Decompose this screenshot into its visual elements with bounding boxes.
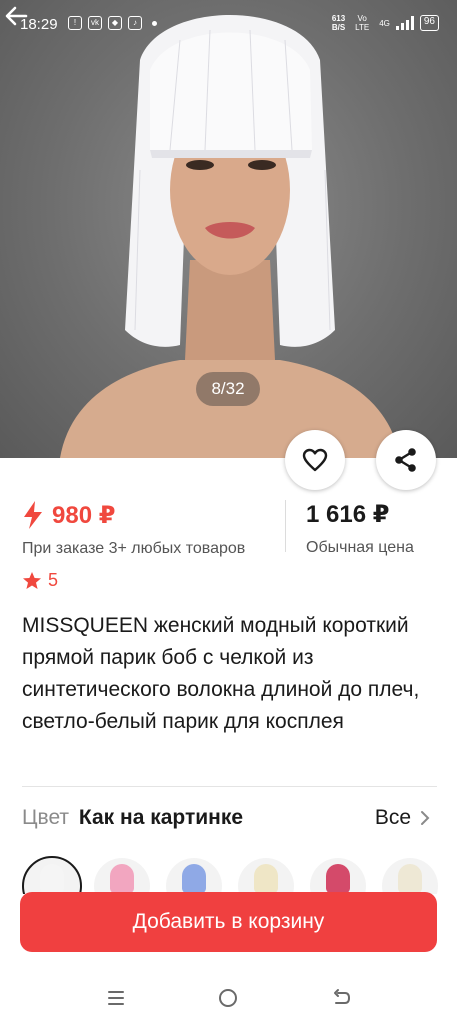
color-swatch[interactable] (310, 858, 366, 894)
vk-icon: vk (88, 16, 102, 30)
all-colors-link[interactable]: Все (375, 806, 431, 830)
gallery-counter: 8/32 (196, 372, 260, 406)
more-dot-icon (152, 20, 157, 26)
share-icon (395, 448, 416, 472)
all-colors-label: Все (374, 806, 411, 829)
rating-value: 5 (48, 570, 59, 590)
color-swatch[interactable] (94, 858, 150, 894)
product-title: MISSQUEEN женский модный короткий прямой… (22, 614, 420, 733)
back-arrow-icon[interactable] (0, 0, 32, 32)
system-nav-bar (0, 976, 457, 1024)
swatch-wig-icon (40, 864, 64, 894)
network-type: 4G (379, 18, 390, 28)
battery-level: 96 (423, 16, 435, 27)
price-divider (285, 500, 286, 552)
section-divider (22, 786, 437, 787)
status-bar: 18:29 ! vk ◆ ♪ 613 B/S Vo LTE 4G 96 (0, 0, 457, 52)
home-circle-icon[interactable] (216, 986, 240, 1010)
rating[interactable]: 5 (22, 570, 58, 591)
warning-icon: ! (68, 16, 82, 30)
color-selector-header[interactable]: Цвет Как на картинке Все (22, 806, 437, 838)
promo-price-block: 980 ₽ При заказе 3+ любых товаров (22, 500, 245, 558)
color-swatch[interactable] (382, 858, 438, 894)
color-swatch[interactable] (238, 858, 294, 894)
music-icon: ♪ (128, 16, 142, 30)
color-label: Цвет (22, 806, 70, 829)
swatch-wig-icon (398, 864, 422, 894)
notification-icons: ! vk ◆ ♪ (68, 16, 157, 30)
favorite-button[interactable] (285, 430, 345, 490)
battery-icon: 96 (419, 15, 439, 31)
volte-indicator: Vo LTE (355, 14, 370, 32)
swatch-wig-icon (110, 864, 134, 894)
regular-note: Обычная цена (306, 539, 414, 556)
menu-icon[interactable] (104, 986, 128, 1010)
promo-price: 980 ₽ (52, 501, 116, 529)
color-value: Как на картинке (78, 806, 244, 829)
signal-icon (395, 16, 414, 30)
swatch-wig-icon (326, 864, 350, 894)
product-image[interactable]: 18:29 ! vk ◆ ♪ 613 B/S Vo LTE 4G 96 8/32 (0, 0, 457, 458)
app-icon: ◆ (108, 16, 122, 30)
regular-price: 1 616 ₽ (306, 501, 390, 528)
promo-note: При заказе 3+ любых товаров (22, 540, 246, 557)
back-nav-icon[interactable] (330, 986, 354, 1010)
chevron-right-icon (421, 811, 430, 825)
color-swatch[interactable] (22, 856, 82, 894)
net-speed: 613 B/S (331, 14, 346, 32)
heart-icon (302, 448, 328, 472)
color-swatches (22, 854, 457, 894)
add-to-cart-button[interactable]: Добавить в корзину (20, 892, 437, 952)
status-indicators: 613 B/S Vo LTE 4G 96 (332, 14, 439, 32)
share-button[interactable] (376, 430, 436, 490)
swatch-wig-icon (254, 864, 278, 894)
star-icon (23, 571, 41, 589)
lightning-icon (24, 501, 42, 529)
regular-price-block: 1 616 ₽ Обычная цена (306, 500, 414, 557)
swatch-wig-icon (182, 864, 206, 894)
color-swatch[interactable] (166, 858, 222, 894)
